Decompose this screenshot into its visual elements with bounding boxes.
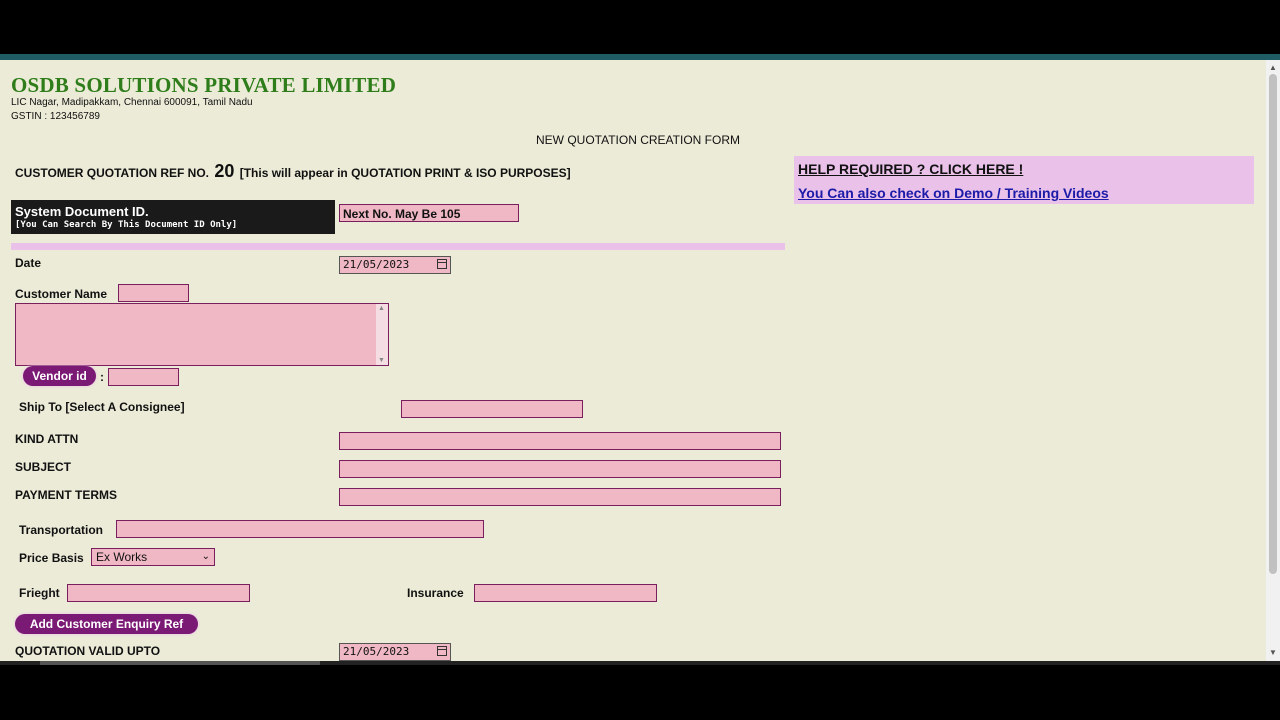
transportation-input[interactable]: [116, 520, 484, 538]
valid-upto-value: 21/05/2023: [343, 645, 410, 658]
price-basis-select[interactable]: Ex Works ⌄: [91, 548, 215, 566]
freight-input[interactable]: [67, 584, 250, 602]
quotation-ref-note: [This will appear in QUOTATION PRINT & I…: [239, 166, 571, 180]
scroll-down-icon[interactable]: ▼: [1266, 647, 1280, 659]
demo-videos-link[interactable]: You Can also check on Demo / Training Vi…: [798, 185, 1109, 201]
company-name: OSDB SOLUTIONS PRIVATE LIMITED: [11, 73, 397, 97]
transportation-label: Transportation: [19, 523, 104, 537]
vendor-id-input[interactable]: [108, 368, 179, 386]
insurance-input[interactable]: [474, 584, 657, 602]
vendor-id-colon: :: [100, 370, 104, 384]
page-vertical-scrollbar[interactable]: ▲ ▼: [1266, 60, 1280, 661]
customer-name-label: Customer Name: [15, 287, 108, 301]
kind-attn-input[interactable]: [339, 432, 781, 450]
price-basis-value: Ex Works: [96, 550, 148, 564]
system-document-id-subtitle: [You Can Search By This Document ID Only…: [15, 220, 238, 230]
ship-to-label: Ship To [Select A Consignee]: [19, 400, 185, 414]
scrollbar-thumb[interactable]: [1269, 74, 1277, 574]
calendar-icon[interactable]: [437, 259, 447, 269]
calendar-icon[interactable]: [437, 646, 447, 656]
company-gstin: GSTIN : 123456789: [11, 111, 100, 122]
insurance-label: Insurance: [407, 586, 464, 600]
quotation-valid-upto-label: QUOTATION VALID UPTO: [15, 644, 161, 658]
freight-label: Frieght: [19, 586, 60, 600]
customer-name-input[interactable]: [118, 284, 189, 302]
form-title: NEW QUOTATION CREATION FORM: [536, 133, 740, 147]
quotation-ref-number: 20: [214, 161, 235, 181]
chevron-down-icon: ⌄: [201, 551, 210, 562]
section-divider: [11, 243, 785, 250]
payment-terms-label: PAYMENT TERMS: [15, 488, 118, 502]
system-document-id-title: System Document ID.: [15, 204, 149, 219]
scroll-down-icon[interactable]: ▼: [378, 357, 385, 364]
quotation-form-page: OSDB SOLUTIONS PRIVATE LIMITED LIC Nagar…: [0, 60, 1266, 661]
kind-attn-label: KIND ATTN: [15, 432, 79, 446]
quotation-ref: CUSTOMER QUOTATION REF NO. 20 [This will…: [15, 161, 571, 182]
browser-top-bar: [0, 0, 1280, 54]
date-value: 21/05/2023: [343, 258, 410, 271]
vendor-id-button[interactable]: Vendor id: [23, 366, 96, 386]
scroll-up-icon[interactable]: ▲: [1266, 62, 1280, 74]
scroll-up-icon[interactable]: ▲: [378, 305, 385, 312]
company-address: LIC Nagar, Madipakkam, Chennai 600091, T…: [11, 97, 253, 108]
add-customer-enquiry-ref-button[interactable]: Add Customer Enquiry Ref: [15, 614, 198, 634]
system-document-id-header: System Document ID. [You Can Search By T…: [11, 200, 335, 234]
textarea-scrollbar[interactable]: ▲ ▼: [376, 304, 388, 365]
payment-terms-input[interactable]: [339, 488, 781, 506]
subject-label: SUBJECT: [15, 460, 72, 474]
date-label: Date: [15, 256, 42, 270]
quotation-ref-label: CUSTOMER QUOTATION REF NO.: [15, 166, 209, 180]
browser-bottom-bar: [0, 665, 1280, 720]
price-basis-label: Price Basis: [19, 551, 84, 565]
ship-to-input[interactable]: [401, 400, 583, 418]
subject-input[interactable]: [339, 460, 781, 478]
system-document-id-input[interactable]: Next No. May Be 105: [339, 204, 519, 222]
customer-address-textarea[interactable]: ▲ ▼: [15, 303, 389, 366]
help-link[interactable]: HELP REQUIRED ? CLICK HERE !: [798, 161, 1023, 177]
date-input[interactable]: 21/05/2023: [339, 256, 451, 274]
quotation-valid-upto-input[interactable]: 21/05/2023: [339, 643, 451, 661]
